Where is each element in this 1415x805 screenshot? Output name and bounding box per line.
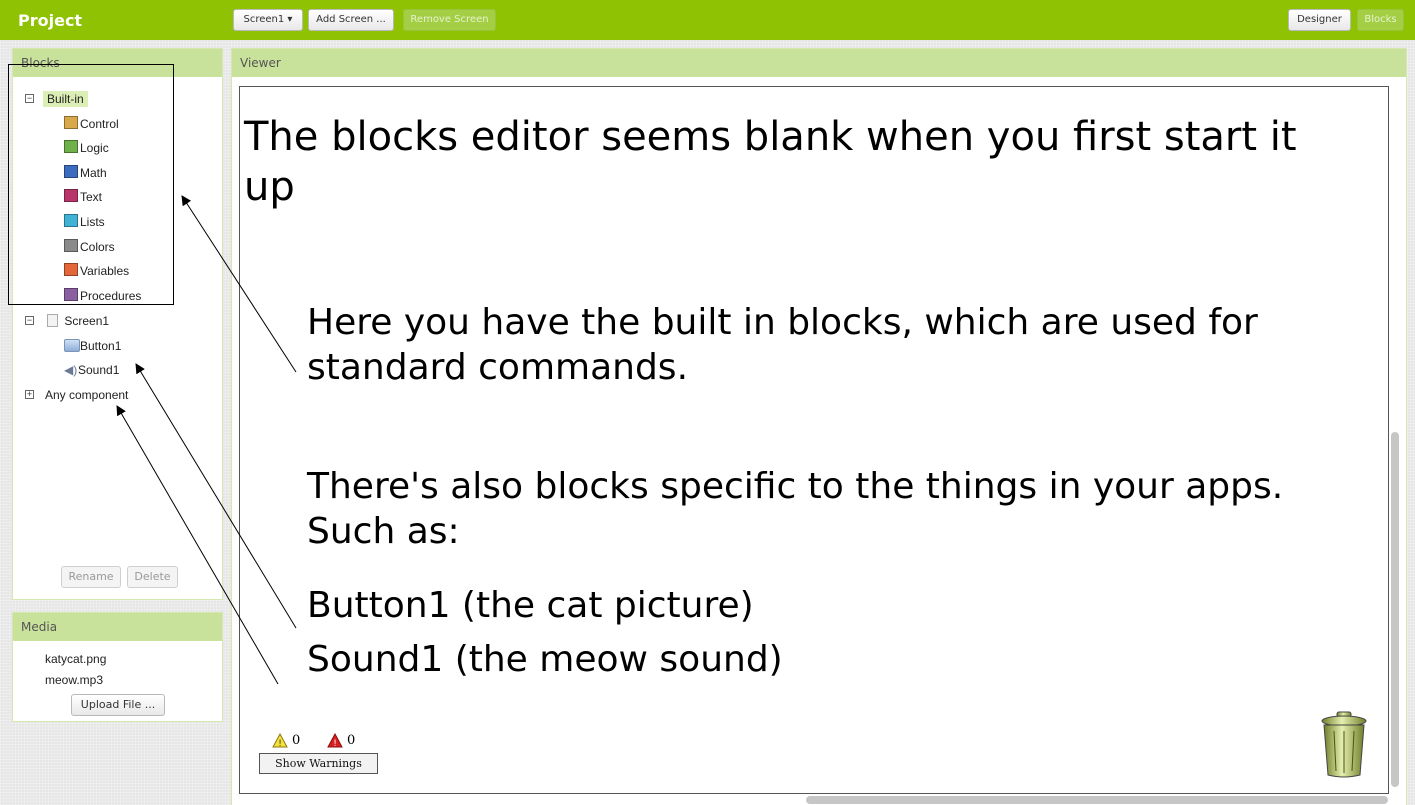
media-panel-header: Media [13, 613, 222, 641]
media-file[interactable]: katycat.png [45, 652, 106, 666]
warning-count: 0 [292, 733, 301, 748]
component-label: Button1 [80, 339, 122, 353]
rename-button[interactable]: Rename [61, 566, 121, 588]
screen-icon [47, 314, 58, 327]
component-label: Sound1 [78, 363, 120, 377]
block-category-logic[interactable]: Logic [64, 138, 109, 158]
math-color-icon [64, 165, 78, 178]
button-icon [64, 339, 80, 352]
add-screen-button[interactable]: Add Screen ... [308, 9, 394, 31]
block-category-colors[interactable]: Colors [64, 237, 115, 257]
top-toolbar: Project Screen1 ▾ Add Screen ... Remove … [0, 0, 1415, 40]
category-label: Logic [80, 141, 109, 155]
show-warnings-button[interactable]: Show Warnings [259, 753, 378, 774]
variables-color-icon [64, 263, 78, 276]
blocks-panel: Blocks − Built-in Control Logic Math Tex… [12, 48, 223, 600]
category-label: Variables [80, 264, 130, 278]
collapse-icon[interactable]: − [25, 94, 34, 103]
collapse-icon[interactable]: − [25, 316, 34, 325]
annotation-title: The blocks editor seems blank when you f… [244, 114, 1297, 210]
blocks-button[interactable]: Blocks [1357, 9, 1404, 31]
category-label: Lists [80, 215, 105, 229]
tree-node-built-in[interactable]: − Built-in [25, 89, 88, 109]
category-label: Control [80, 117, 119, 131]
tree-node-any-component[interactable]: + Any component [25, 385, 128, 405]
viewer-panel-header: Viewer [232, 49, 1406, 77]
block-category-lists[interactable]: Lists [64, 212, 105, 232]
block-category-procedures[interactable]: Procedures [64, 286, 141, 306]
text-color-icon [64, 189, 78, 202]
tree-label-any-component: Any component [45, 388, 129, 402]
tree-label-screen1: Screen1 [64, 314, 110, 328]
block-category-control[interactable]: Control [64, 114, 119, 134]
logic-color-icon [64, 140, 78, 153]
tree-label-built-in: Built-in [43, 91, 88, 107]
delete-button[interactable]: Delete [127, 566, 178, 588]
error-count: 0 [347, 733, 356, 748]
screen-selector-dropdown[interactable]: Screen1 ▾ [233, 9, 303, 31]
component-button1[interactable]: Button1 [64, 336, 121, 356]
category-label: Procedures [80, 289, 142, 303]
procedures-color-icon [64, 288, 78, 301]
component-sound1[interactable]: ◀)Sound1 [64, 360, 119, 380]
block-category-math[interactable]: Math [64, 163, 107, 183]
vertical-scrollbar[interactable] [1391, 432, 1399, 787]
remove-screen-button[interactable]: Remove Screen [403, 9, 496, 31]
expand-icon[interactable]: + [25, 390, 34, 399]
colors-color-icon [64, 239, 78, 252]
upload-file-button[interactable]: Upload File ... [71, 694, 165, 716]
annotation-button1: Button1 (the cat picture) [307, 585, 754, 626]
lists-color-icon [64, 214, 78, 227]
blocks-panel-header: Blocks [13, 49, 222, 77]
block-category-text[interactable]: Text [64, 187, 102, 207]
annotation-built-in: Here you have the built in blocks, which… [307, 302, 1258, 388]
speaker-icon: ◀) [64, 363, 78, 377]
horizontal-scrollbar[interactable] [806, 796, 1388, 804]
category-label: Colors [80, 240, 115, 254]
tree-node-screen1[interactable]: − Screen1 [25, 311, 109, 331]
category-label: Math [80, 166, 107, 180]
block-category-variables[interactable]: Variables [64, 261, 129, 281]
annotation-sound1: Sound1 (the meow sound) [307, 639, 783, 680]
media-panel: Media katycat.png meow.mp3 Upload File .… [12, 612, 223, 722]
project-menu[interactable]: Project [18, 11, 82, 30]
annotation-specific: There's also blocks specific to the thin… [307, 466, 1284, 552]
control-color-icon [64, 116, 78, 129]
category-label: Text [80, 190, 103, 204]
media-file[interactable]: meow.mp3 [45, 673, 103, 687]
designer-button[interactable]: Designer [1288, 9, 1351, 31]
